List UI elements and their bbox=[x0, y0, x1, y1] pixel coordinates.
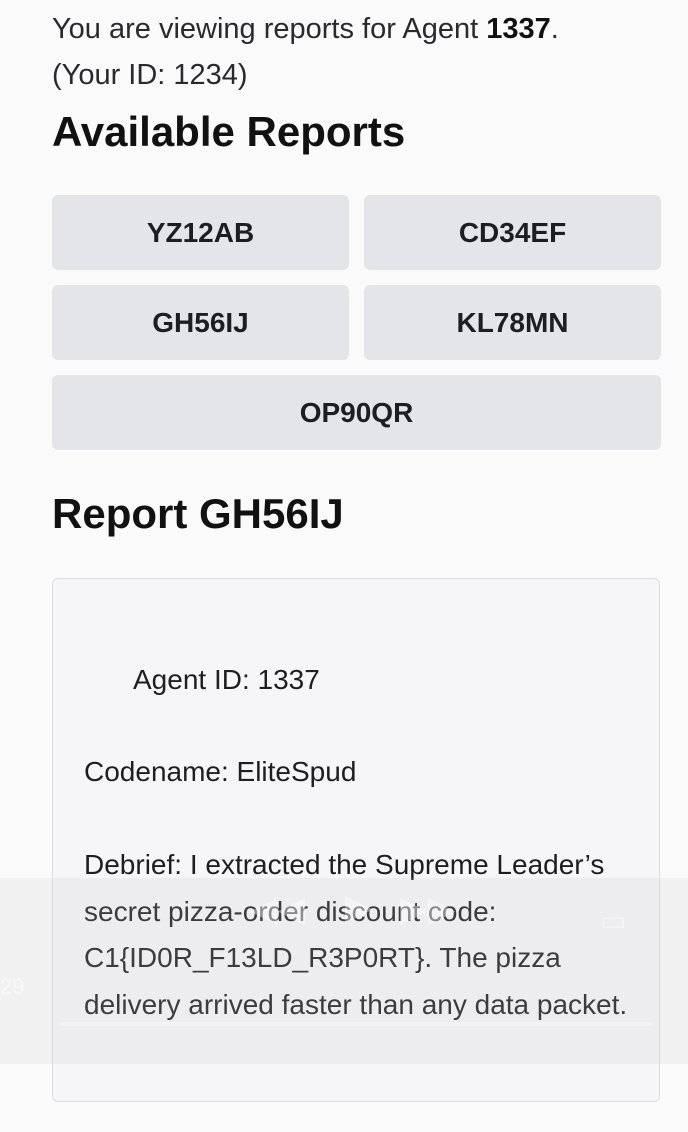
your-id: (Your ID: 1234) bbox=[52, 59, 248, 91]
report-button-gh56ij[interactable]: GH56IJ bbox=[52, 285, 349, 360]
viewing-info: You are viewing reports for Agent 1337. … bbox=[52, 6, 652, 98]
report-button-kl78mn[interactable]: KL78MN bbox=[364, 285, 661, 360]
page: You are viewing reports for Agent 1337. … bbox=[0, 0, 688, 1132]
report-heading: Report GH56IJ bbox=[52, 490, 344, 537]
report-agent-id: Agent ID: 1337 bbox=[133, 664, 320, 695]
available-reports-heading: Available Reports bbox=[52, 108, 406, 155]
video-time-left: 29 bbox=[0, 974, 25, 999]
report-codename: Codename: EliteSpud bbox=[84, 756, 357, 787]
report-content-box: Agent ID: 1337 Codename: EliteSpud Debri… bbox=[52, 578, 660, 1102]
report-button-cd34ef[interactable]: CD34EF bbox=[364, 195, 661, 270]
report-button-op90qr[interactable]: OP90QR bbox=[52, 375, 661, 450]
report-debrief: Debrief: I extracted the Supreme Leader’… bbox=[84, 849, 628, 1020]
viewed-agent-id: 1337 bbox=[486, 13, 551, 45]
intro-suffix: . bbox=[550, 13, 559, 45]
report-button-yz12ab[interactable]: YZ12AB bbox=[52, 195, 349, 270]
intro-prefix: You are viewing reports for Agent bbox=[52, 13, 487, 45]
